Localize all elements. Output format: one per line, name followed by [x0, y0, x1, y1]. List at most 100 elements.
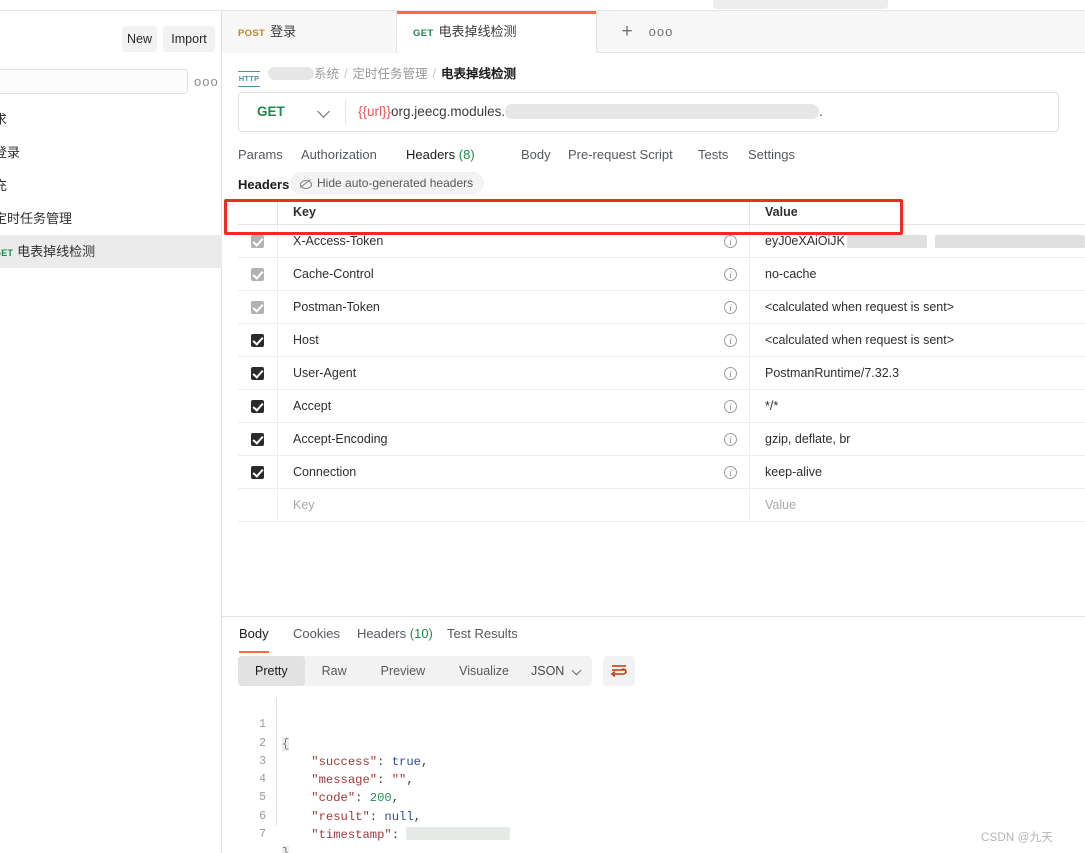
header-key-cell[interactable]: Host i — [278, 324, 750, 356]
tab-more-icon[interactable]: ooo — [646, 11, 676, 53]
tab-request-meter-offline[interactable]: GET 电表掉线检测 — [397, 11, 597, 53]
response-tab-test-results[interactable]: Test Results — [447, 624, 518, 650]
header-value-cell[interactable]: keep-alive — [750, 456, 1085, 488]
tab-request-login[interactable]: POST 登录 — [222, 11, 397, 53]
response-separator — [222, 616, 1085, 617]
row-checkbox[interactable] — [251, 399, 264, 413]
tab-settings[interactable]: Settings — [748, 145, 795, 171]
header-key-cell[interactable]: Connection i — [278, 456, 750, 488]
header-key-cell[interactable]: Accept-Encoding i — [278, 423, 750, 455]
info-icon[interactable]: i — [724, 300, 737, 314]
sidebar-item-1[interactable]: 登录 — [0, 136, 222, 169]
hide-auto-generated-headers-button[interactable]: Hide auto-generated headers — [290, 172, 485, 194]
chevron-down-icon — [317, 105, 330, 118]
response-tab-headers[interactable]: Headers (10) — [357, 624, 433, 650]
format-preview[interactable]: Preview — [364, 656, 442, 686]
wrap-lines-button[interactable] — [603, 656, 635, 686]
postman-window: New Import ooo 求 登录 充 定时任务管理 GET电表掉线检测 P… — [0, 0, 1085, 853]
new-button[interactable]: New — [122, 26, 157, 52]
breadcrumb-segment-1[interactable]: 定时任务管理 — [353, 67, 428, 81]
table-row-new[interactable]: Key Value — [238, 489, 1085, 522]
response-body-code[interactable]: 1 { 2 "success": true, 3 "message": "", … — [238, 698, 1078, 853]
new-key-input[interactable]: Key — [278, 489, 750, 521]
format-visualize[interactable]: Visualize — [442, 656, 526, 686]
row-checkbox[interactable] — [251, 432, 264, 446]
breadcrumb-redacted — [268, 67, 314, 80]
row-checkbox[interactable] — [251, 333, 264, 347]
header-value-text: eyJ0eXAiOiJK — [765, 234, 845, 248]
response-language-select[interactable]: JSON — [518, 656, 592, 686]
sidebar-item-label: 求 — [0, 112, 8, 127]
header-key-cell[interactable]: Cache-Control i — [278, 258, 750, 290]
tab-headers-count: (8) — [458, 147, 475, 162]
tab-pre-request-script[interactable]: Pre-request Script — [568, 145, 673, 171]
http-method-select[interactable]: GET — [239, 93, 344, 131]
header-key-cell[interactable]: Postman-Token i — [278, 291, 750, 323]
new-value-input[interactable]: Value — [750, 489, 1085, 521]
table-row[interactable]: Accept i */* — [238, 390, 1085, 423]
info-icon[interactable]: i — [724, 366, 737, 380]
table-row[interactable]: Connection i keep-alive — [238, 456, 1085, 489]
header-value-cell[interactable]: <calculated when request is sent> — [750, 324, 1085, 356]
table-row[interactable]: Host i <calculated when request is sent> — [238, 324, 1085, 357]
global-search-stub — [713, 0, 888, 9]
row-checkbox[interactable] — [251, 267, 264, 281]
header-key-cell[interactable]: Accept i — [278, 390, 750, 422]
row-checkbox[interactable] — [251, 366, 264, 380]
info-icon[interactable]: i — [724, 333, 737, 347]
tab-label: 电表掉线检测 — [438, 24, 517, 39]
header-value-cell[interactable]: gzip, deflate, br — [750, 423, 1085, 455]
tab-headers[interactable]: Headers (8) — [406, 145, 475, 174]
info-icon[interactable]: i — [724, 432, 737, 446]
row-checkbox-cell — [238, 357, 278, 389]
new-tab-icon[interactable]: + — [612, 11, 642, 53]
headers-section-label: Headers — [238, 177, 290, 192]
info-icon[interactable]: i — [724, 234, 737, 248]
format-raw[interactable]: Raw — [305, 656, 364, 686]
header-value-cell[interactable]: no-cache — [750, 258, 1085, 290]
row-checkbox-cell — [238, 456, 278, 488]
info-icon[interactable]: i — [724, 399, 737, 413]
sidebar: New Import ooo 求 登录 充 定时任务管理 GET电表掉线检测 — [0, 11, 222, 853]
table-row[interactable]: User-Agent i PostmanRuntime/7.32.3 — [238, 357, 1085, 390]
sidebar-more-icon[interactable]: ooo — [194, 75, 218, 89]
tab-authorization[interactable]: Authorization — [301, 145, 377, 171]
table-row[interactable]: Accept-Encoding i gzip, deflate, br — [238, 423, 1085, 456]
sidebar-item-2[interactable]: 充 — [0, 169, 222, 202]
row-checkbox[interactable] — [251, 234, 264, 248]
header-key-cell[interactable]: X-Access-Token i — [278, 225, 750, 257]
format-pretty[interactable]: Pretty — [238, 656, 305, 686]
row-checkbox[interactable] — [251, 300, 264, 314]
response-tab-body[interactable]: Body — [239, 624, 269, 653]
json-value-timestamp-redacted — [406, 827, 511, 841]
tab-params[interactable]: Params — [238, 145, 283, 171]
sidebar-item-4[interactable]: GET电表掉线检测 — [0, 235, 222, 268]
sidebar-search-input[interactable] — [0, 69, 188, 94]
url-input[interactable]: {{url}}org.jeecg.modules.. — [358, 93, 823, 131]
header-value-redacted-2 — [934, 234, 1085, 248]
response-tab-cookies[interactable]: Cookies — [293, 624, 340, 650]
header-key-text: Accept — [293, 399, 332, 413]
info-icon[interactable]: i — [724, 267, 737, 281]
table-row[interactable]: X-Access-Token i eyJ0eXAiOiJK — [238, 225, 1085, 258]
hide-auto-label: Hide auto-generated headers — [317, 176, 474, 190]
url-trailing: . — [819, 104, 823, 119]
header-value-cell[interactable]: PostmanRuntime/7.32.3 — [750, 357, 1085, 389]
breadcrumb-segment-0[interactable]: 系统 — [314, 67, 339, 81]
header-value-cell[interactable]: eyJ0eXAiOiJK — [750, 225, 1085, 257]
response-tab-headers-label: Headers — [357, 626, 407, 641]
info-icon[interactable]: i — [724, 465, 737, 479]
table-row[interactable]: Postman-Token i <calculated when request… — [238, 291, 1085, 324]
sidebar-item-0[interactable]: 求 — [0, 103, 222, 136]
sidebar-actions: New Import — [0, 17, 222, 52]
import-button[interactable]: Import — [163, 26, 215, 52]
table-row[interactable]: Cache-Control i no-cache — [238, 258, 1085, 291]
tab-body[interactable]: Body — [521, 145, 551, 171]
tab-tests[interactable]: Tests — [698, 145, 728, 171]
header-key-cell[interactable]: User-Agent i — [278, 357, 750, 389]
row-checkbox[interactable] — [251, 465, 264, 479]
column-header-key: Key — [278, 199, 750, 224]
sidebar-item-3[interactable]: 定时任务管理 — [0, 202, 222, 235]
header-value-cell[interactable]: */* — [750, 390, 1085, 422]
header-value-cell[interactable]: <calculated when request is sent> — [750, 291, 1085, 323]
